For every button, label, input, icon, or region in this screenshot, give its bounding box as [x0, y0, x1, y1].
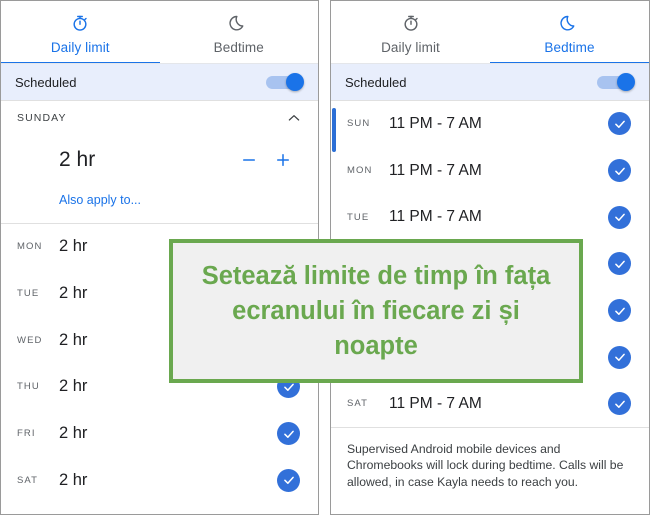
scheduled-toggle[interactable] — [597, 73, 635, 91]
day-value: 11 PM - 7 AM — [389, 161, 482, 179]
decrease-button[interactable] — [232, 151, 266, 169]
stopwatch-icon — [401, 11, 421, 35]
toggle-knob — [617, 73, 635, 91]
table-row[interactable]: FRI 2 hr — [1, 411, 318, 457]
tab-daily-limit-label: Daily limit — [50, 40, 110, 55]
check-circle-icon[interactable] — [608, 345, 631, 369]
increase-button[interactable] — [266, 151, 300, 169]
sunday-section-header[interactable]: SUNDAY — [1, 101, 318, 135]
table-row[interactable]: SAT 2 hr — [1, 457, 318, 503]
right-tab-bar: Daily limit Bedtime — [331, 1, 649, 64]
day-abbreviation: FRI — [17, 428, 36, 440]
scheduled-label: Scheduled — [345, 74, 407, 90]
scheduled-toggle[interactable] — [266, 73, 304, 91]
tab-bar-underline — [1, 63, 318, 64]
day-abbreviation: SAT — [17, 474, 39, 486]
day-abbreviation: MON — [17, 241, 43, 253]
tab-bedtime-label: Bedtime — [213, 40, 264, 55]
check-circle-icon[interactable] — [608, 112, 631, 136]
sunday-duration-row: 2 hr — [1, 135, 318, 185]
day-abbreviation: SAT — [347, 398, 369, 410]
scheduled-banner-right: Scheduled — [331, 64, 649, 100]
also-apply-to-link[interactable]: Also apply to... — [1, 185, 318, 215]
day-value: 2 hr — [59, 424, 88, 443]
check-circle-icon[interactable] — [277, 422, 300, 446]
day-abbreviation: SUN — [347, 118, 371, 130]
day-abbreviation: MON — [347, 165, 373, 177]
scheduled-banner-left: Scheduled — [1, 64, 318, 100]
sunday-section-title: SUNDAY — [17, 112, 67, 124]
table-row[interactable]: TUE 11 PM - 7 AM — [331, 194, 649, 240]
callout-text: Setează limite de timp în fața ecranului… — [201, 261, 551, 360]
check-circle-icon[interactable] — [608, 205, 631, 229]
day-value: 2 hr — [59, 470, 88, 489]
check-circle-icon[interactable] — [608, 299, 631, 323]
sunday-duration-value: 2 hr — [59, 148, 96, 171]
tab-bedtime[interactable]: Bedtime — [160, 1, 319, 64]
toggle-knob — [286, 73, 304, 91]
bedtime-footer-note: Supervised Android mobile devices and Ch… — [347, 441, 624, 489]
day-abbreviation: WED — [17, 334, 43, 346]
moon-icon — [229, 11, 249, 35]
tab-bedtime[interactable]: Bedtime — [490, 1, 649, 64]
tab-bedtime-label: Bedtime — [544, 40, 595, 55]
check-circle-icon[interactable] — [608, 252, 631, 276]
tab-bar-underline — [331, 63, 649, 64]
day-abbreviation: TUE — [347, 211, 370, 223]
moon-icon — [559, 11, 580, 35]
callout-box: Setează limite de timp în fața ecranului… — [169, 239, 583, 383]
check-circle-icon[interactable] — [608, 392, 631, 416]
table-row[interactable]: MON 11 PM - 7 AM — [331, 148, 649, 194]
screenshot-stage: Daily limit Bedtime Scheduled SUNDAY 2 h… — [0, 0, 650, 515]
day-value: 11 PM - 7 AM — [389, 114, 482, 132]
day-value: 11 PM - 7 AM — [389, 394, 482, 412]
tab-daily-limit-label: Daily limit — [381, 40, 440, 55]
day-value: 11 PM - 7 AM — [389, 208, 482, 226]
table-row[interactable]: SAT 11 PM - 7 AM — [331, 381, 649, 427]
tab-daily-limit[interactable]: Daily limit — [331, 1, 490, 64]
check-circle-icon[interactable] — [608, 159, 631, 183]
chevron-up-icon[interactable] — [286, 110, 302, 126]
day-abbreviation: TUE — [17, 288, 40, 300]
tab-daily-limit[interactable]: Daily limit — [1, 1, 160, 64]
table-row[interactable]: SUN 11 PM - 7 AM — [331, 101, 649, 147]
left-tab-bar: Daily limit Bedtime — [1, 1, 318, 64]
day-abbreviation: THU — [17, 381, 40, 393]
check-circle-icon[interactable] — [277, 468, 300, 492]
scheduled-label: Scheduled — [15, 74, 77, 90]
stopwatch-icon — [70, 11, 90, 35]
